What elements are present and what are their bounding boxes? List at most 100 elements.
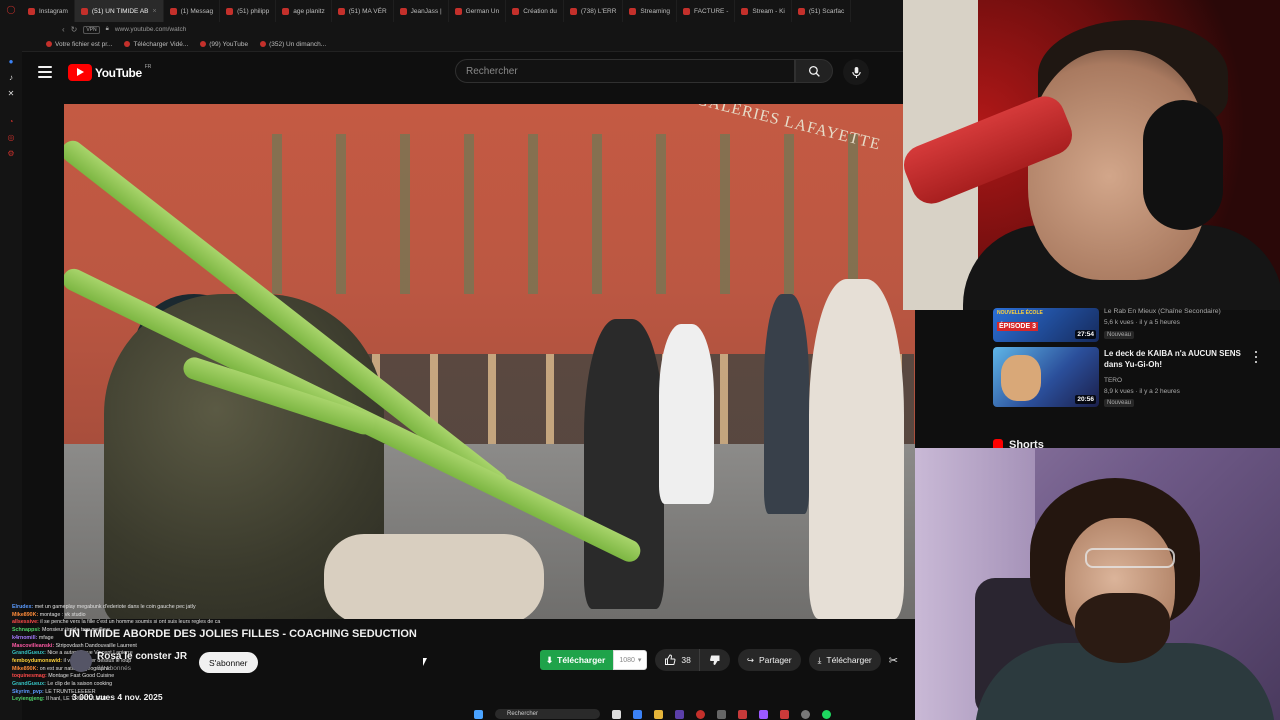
chat-username: GrandGueux: [12,650,46,657]
opera-logo-icon[interactable]: ◯ [6,4,16,14]
voice-search-button[interactable] [843,59,869,85]
taskbar-app-icon[interactable] [717,709,726,719]
rec-thumb-face [1001,355,1041,401]
chat-username: Leyiengjeng: [12,696,45,703]
menu-icon[interactable] [38,66,52,78]
settings-icon[interactable]: ⚙ [6,148,16,158]
tiktok-icon[interactable]: ♪ [6,72,16,82]
spotify-icon[interactable] [822,709,831,719]
chat-message: Mascovilleanski: Stripovdash Dandouvaill… [12,643,252,651]
rec-channel[interactable]: Le Rab En Mieux (Chaîne Secondaire) [1104,306,1244,317]
quality-value: 1080 [619,656,635,664]
search-box[interactable] [455,59,795,83]
browser-tab[interactable]: Création du [506,0,564,22]
messenger-icon[interactable]: ● [6,56,16,66]
download-arrow-icon: ⬇ [546,654,554,665]
browser-tab[interactable]: Streaming [623,0,678,22]
chat-username: femboydumonswid: [12,657,63,664]
rec-badge: Nouveau [1104,399,1135,407]
x-icon[interactable]: ✕ [6,88,16,98]
taskbar-app-icon[interactable] [612,709,621,719]
tab-label: (738) L'ERR [580,7,617,15]
browser-tab[interactable]: (51) MA VÉR [332,0,394,22]
more-options-icon[interactable] [1255,351,1258,363]
share-icon: ↪ [746,654,755,665]
browser-tab[interactable]: (51) philipp [220,0,277,22]
browser-tab[interactable]: Instagram [22,0,75,22]
search-button[interactable] [795,59,833,83]
rec-item[interactable]: 20:56 Le deck de KAIBA n'a AUCUN SENS da… [993,347,1280,407]
browser-tab[interactable]: FACTURE - [677,0,736,22]
video-person [584,319,664,609]
taskbar-search[interactable]: Rechercher [495,709,600,719]
bookmark-item[interactable]: (99) YouTube [200,41,248,48]
rec-thumbnail[interactable]: NOUVELLE ÉCOLE ÉPISODE 3 27:54 [993,308,1099,342]
subscribe-button[interactable]: S'abonner [199,652,258,673]
address-bar[interactable]: ‹ ↻ VPN 🔒︎ www.youtube.com/watch [22,22,905,37]
windows-start-icon[interactable] [474,709,483,719]
rec-thumbnail[interactable]: 20:56 [993,347,1099,407]
history-icon[interactable]: ◔ [6,116,16,126]
green-download-label: Télécharger [557,655,606,665]
tab-label: Streaming [640,7,671,15]
channel-name[interactable]: Rosa le conster JR [97,651,187,662]
browser-tab[interactable]: (51) Scarfac [792,0,852,22]
taskbar-app-icon[interactable] [801,709,810,719]
chat-message: Elrudex: met un gameplay megabunk d'eder… [12,604,252,612]
tab-favicon-icon [797,7,805,15]
rec-title[interactable]: Le deck de KAIBA n'a AUCUN SENS dans Yu-… [1104,348,1244,370]
clip-icon[interactable]: ✂ [889,654,898,667]
tab-label: FACTURE - [694,7,729,15]
taskbar-app-icon[interactable] [780,709,789,719]
search-input[interactable] [466,65,794,77]
taskbar-app-icon[interactable] [759,709,768,719]
rec-channel[interactable]: TERO [1104,377,1122,384]
browser-tab[interactable]: age planitz [276,0,332,22]
rec-item[interactable]: NOUVELLE ÉCOLE ÉPISODE 3 27:54 Le Rab En… [993,308,1280,344]
video-person [809,279,904,619]
chat-username: Mike890K: [12,611,39,618]
bookmark-item[interactable]: Télécharger Vidé... [124,41,188,48]
channel-avatar[interactable] [70,650,92,672]
vpn-badge[interactable]: VPN [83,25,100,34]
browser-tab[interactable]: (738) L'ERR [564,0,624,22]
download-button[interactable]: ⤓ Télécharger [808,649,881,671]
taskbar-app-icon[interactable] [633,709,642,719]
screen: ◯ ● ♪ ✕ ◔ ◎ ⚙ Instagram (51) UN TIMIDE AB… [0,0,1280,720]
back-icon[interactable]: ‹ [62,25,65,34]
video-player[interactable]: GALERIES LAFAYETTE [64,104,915,619]
folder-icon[interactable] [654,709,663,719]
rec-stats: 8,9 k vues · il y a 2 heures [1104,388,1180,395]
bookmark-item[interactable]: (352) Un dimanch... [260,41,326,48]
bookmark-label: (352) Un dimanch... [269,40,327,48]
bookmark-favicon-icon [124,41,131,47]
taskbar-app-icon[interactable] [675,709,684,719]
downloads-icon[interactable]: ◎ [6,132,16,142]
url-text[interactable]: www.youtube.com/watch [115,26,187,33]
webcam-bottom [915,448,1280,720]
like-button[interactable]: 38 [655,649,699,671]
youtube-logo[interactable]: YouTube FR [68,64,151,81]
reload-icon[interactable]: ↻ [71,25,78,34]
green-download-button[interactable]: ⬇ Télécharger [540,650,614,670]
browser-tab[interactable]: (51) UN TIMIDE AB × [74,0,164,22]
browser-tab[interactable]: (1) Messag [164,0,221,22]
video-windows [244,134,914,294]
browser-tab[interactable]: German Un [449,0,507,22]
chat-username: GrandGueux: [12,681,46,688]
bookmark-item[interactable]: Votre fichier est pr... [46,41,112,48]
youtube-header: YouTube FR [22,52,905,92]
youtube-wordmark: YouTube [95,65,142,80]
taskbar-app-icon[interactable] [738,709,747,719]
quality-select[interactable]: 1080 ▾ [613,650,648,670]
close-tab-icon[interactable]: × [153,8,157,15]
chat-username: Skyrim_pvp: [12,688,44,695]
browser-tab[interactable]: JeanJass | [394,0,449,22]
dislike-button[interactable] [698,649,730,671]
share-button[interactable]: ↪ Partager [737,649,801,671]
opera-icon[interactable] [696,709,705,719]
tab-label: Instagram [39,7,68,15]
subscriber-count: 81 abonnés [97,665,131,672]
browser-tab[interactable]: Stream - Ki [735,0,792,22]
chat-username: Elrudex: [12,604,34,610]
